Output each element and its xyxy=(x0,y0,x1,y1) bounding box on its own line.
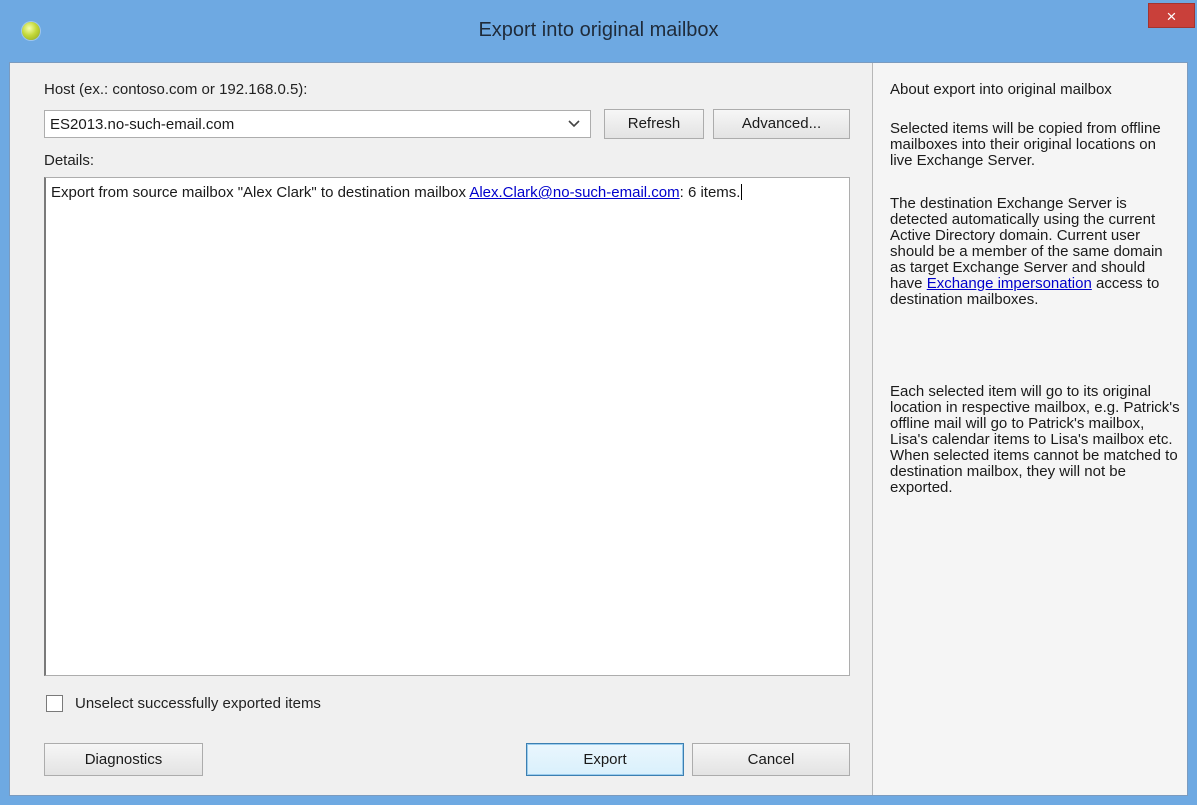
chevron-down-icon[interactable] xyxy=(568,116,580,130)
unselect-checkbox[interactable] xyxy=(46,695,63,712)
advanced-button[interactable]: Advanced... xyxy=(713,109,850,139)
export-button[interactable]: Export xyxy=(526,743,684,776)
host-value: ES2013.no-such-email.com xyxy=(50,116,235,133)
help-paragraph-2: The destination Exchange Server is detec… xyxy=(890,196,1180,308)
cancel-button[interactable]: Cancel xyxy=(692,743,850,776)
help-paragraph-1: Selected items will be copied from offli… xyxy=(890,120,1161,169)
window-title: Export into original mailbox xyxy=(478,19,719,41)
help-heading: About export into original mailbox xyxy=(890,81,1112,98)
close-button[interactable]: × xyxy=(1148,3,1195,28)
details-prefix: Export from source mailbox "Alex Clark" … xyxy=(51,184,470,201)
export-button-label: Export xyxy=(583,751,627,768)
dialog-client-area: Host (ex.: contoso.com or 192.168.0.5): … xyxy=(9,62,1188,796)
details-suffix: : 6 items. xyxy=(679,184,741,201)
dialog-window: Export into original mailbox × Host (ex.… xyxy=(0,0,1197,805)
cancel-button-label: Cancel xyxy=(747,751,795,768)
unselect-checkbox-label[interactable]: Unselect successfully exported items xyxy=(75,695,321,712)
refresh-button[interactable]: Refresh xyxy=(604,109,704,139)
details-label: Details: xyxy=(44,152,95,169)
refresh-button-label: Refresh xyxy=(627,115,681,132)
details-text: Export from source mailbox "Alex Clark" … xyxy=(51,184,743,201)
host-label: Host (ex.: contoso.com or 192.168.0.5): xyxy=(44,81,308,98)
diagnostics-button[interactable]: Diagnostics xyxy=(44,743,203,776)
text-caret xyxy=(741,184,743,200)
close-icon: × xyxy=(1166,7,1177,26)
details-textarea[interactable]: Export from source mailbox "Alex Clark" … xyxy=(44,177,850,676)
title-bar[interactable]: Export into original mailbox × xyxy=(0,0,1197,62)
help-paragraph-3: Each selected item will go to its origin… xyxy=(890,383,1180,496)
host-combobox[interactable]: ES2013.no-such-email.com xyxy=(44,110,591,138)
destination-mailbox-link[interactable]: Alex.Clark@no-such-email.com xyxy=(469,184,679,201)
advanced-button-label: Advanced... xyxy=(741,115,822,132)
help-side-panel: About export into original mailbox Selec… xyxy=(873,63,1187,795)
exchange-impersonation-link[interactable]: Exchange impersonation xyxy=(927,275,1092,292)
diagnostics-button-label: Diagnostics xyxy=(84,751,163,768)
